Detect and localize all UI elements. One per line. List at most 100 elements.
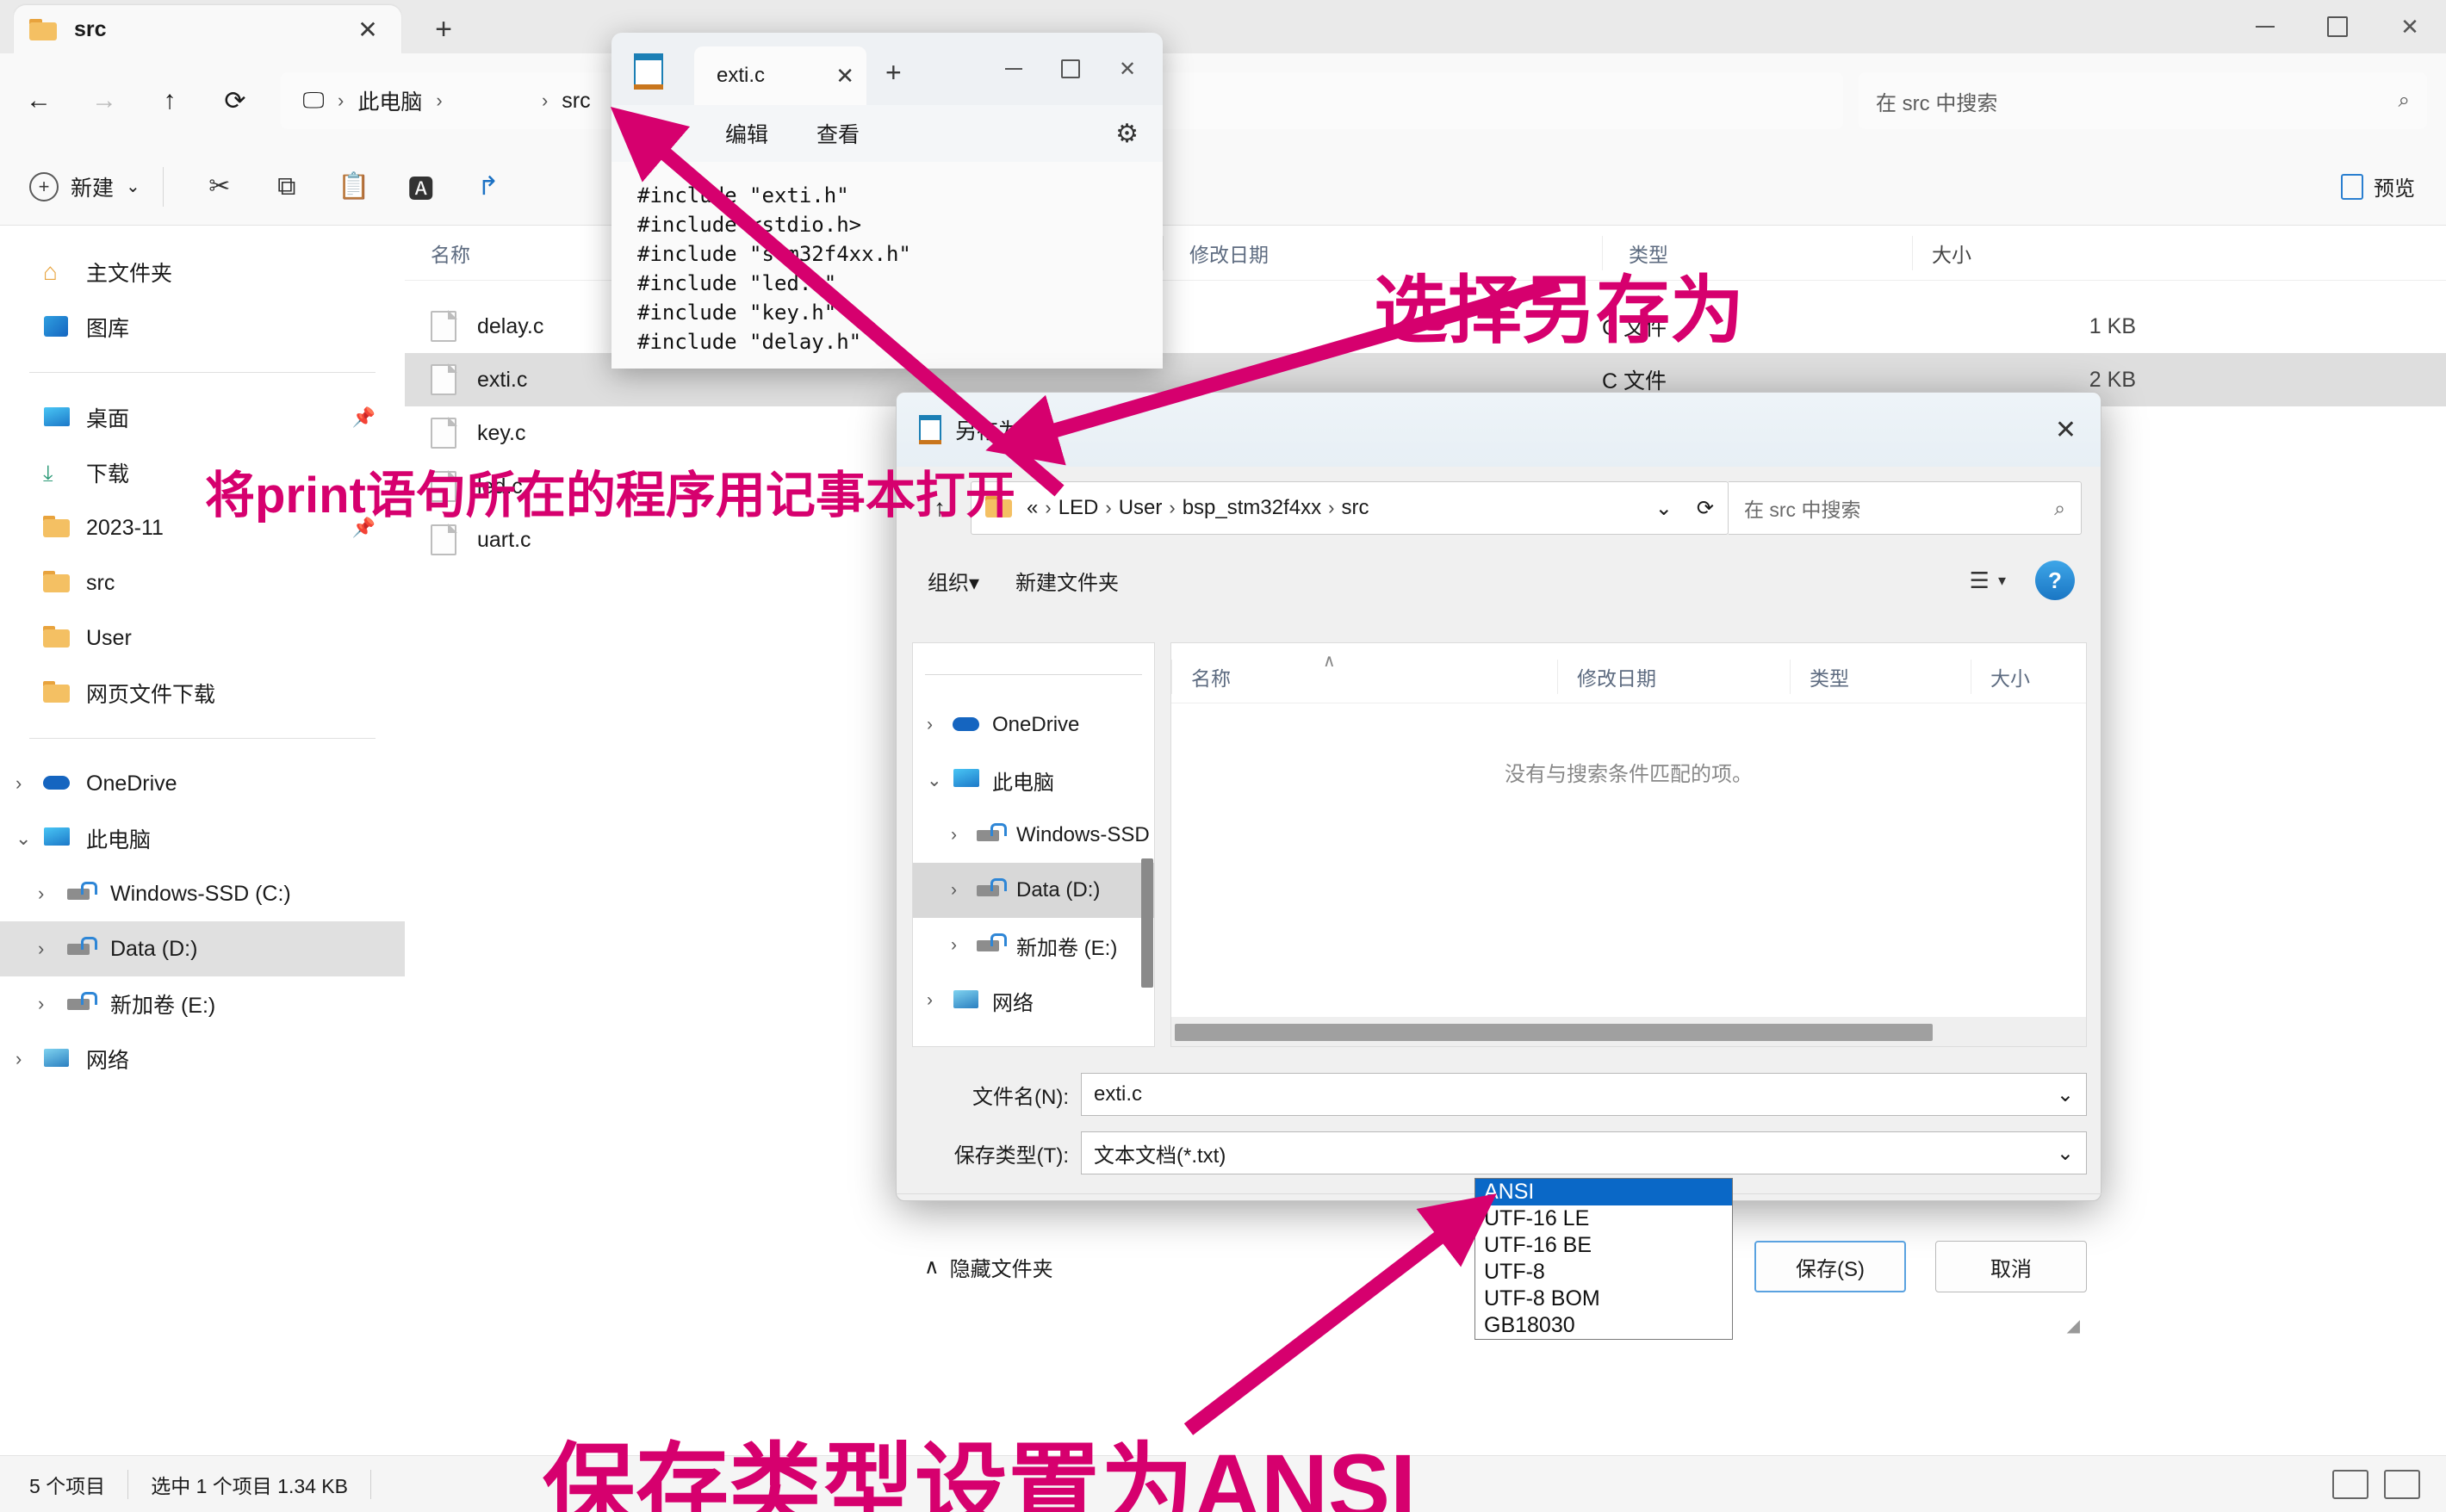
- sidebar-item-user[interactable]: User: [0, 610, 405, 666]
- tree-item-new-volume-e[interactable]: › 新加卷 (E:): [913, 918, 1154, 973]
- minimize-icon[interactable]: [985, 45, 1042, 93]
- menu-view[interactable]: 查看: [816, 118, 860, 149]
- maximize-icon[interactable]: [2301, 0, 2374, 53]
- resize-grip[interactable]: ◢: [2067, 1315, 2080, 1336]
- pin-icon[interactable]: 📌: [352, 406, 376, 429]
- chevron-down-icon[interactable]: ⌄: [2057, 1082, 2074, 1107]
- share-icon[interactable]: ↱: [460, 160, 517, 214]
- sidebar-item-data-d[interactable]: › Data (D:): [0, 921, 405, 976]
- new-folder-button[interactable]: 新建文件夹: [1015, 566, 1119, 596]
- hide-folders-button[interactable]: ∧ 隐藏文件夹: [924, 1252, 1053, 1282]
- tree-item-onedrive[interactable]: › OneDrive: [913, 697, 1154, 753]
- sidebar-item-home[interactable]: ⌂ 主文件夹: [0, 245, 405, 300]
- breadcrumb-this-pc[interactable]: 此电脑: [349, 82, 431, 120]
- close-icon[interactable]: ✕: [2055, 415, 2077, 445]
- tree-item-network[interactable]: › 网络: [913, 973, 1154, 1028]
- column-header-size[interactable]: 大小: [1912, 235, 2136, 270]
- large-icons-view-icon[interactable]: [2384, 1469, 2420, 1499]
- sidebar-item-windows-ssd-c[interactable]: › Windows-SSD (C:): [0, 866, 405, 921]
- refresh-icon[interactable]: ⟳: [1697, 496, 1714, 521]
- sidebar-item-src[interactable]: src: [0, 555, 405, 610]
- encoding-option-utf16le[interactable]: UTF-16 LE: [1475, 1205, 1732, 1232]
- sidebar-item-web-downloads[interactable]: 网页文件下载: [0, 666, 405, 721]
- new-tab-icon[interactable]: +: [422, 10, 465, 48]
- breadcrumb-src[interactable]: src: [1341, 496, 1369, 520]
- breadcrumb-src[interactable]: src: [553, 85, 599, 117]
- chevron-down-icon[interactable]: ⌄: [126, 176, 140, 197]
- forward-icon[interactable]: →: [78, 74, 131, 127]
- tree-scrollbar[interactable]: [1141, 858, 1153, 988]
- column-header-name[interactable]: 名称: [1171, 660, 1557, 694]
- sidebar-item-new-volume-e[interactable]: › 新加卷 (E:): [0, 976, 405, 1032]
- menu-file[interactable]: 文件: [634, 118, 677, 149]
- refresh-icon[interactable]: ⟳: [208, 74, 262, 127]
- tree-item-windows-ssd[interactable]: › Windows-SSD: [913, 808, 1154, 863]
- search-input[interactable]: 在 src 中搜索 ⌕: [1859, 72, 2427, 129]
- new-tab-icon[interactable]: +: [885, 57, 902, 89]
- encoding-option-ansi[interactable]: ANSI: [1475, 1179, 1732, 1205]
- gear-icon[interactable]: ⚙: [1115, 119, 1139, 149]
- back-icon[interactable]: ←: [12, 74, 65, 127]
- preview-pane-button[interactable]: 预览: [2341, 171, 2415, 201]
- column-header-date[interactable]: 修改日期: [1557, 660, 1790, 694]
- tree-item-this-pc[interactable]: ⌄ 此电脑: [913, 753, 1154, 808]
- chevron-down-icon[interactable]: ⌄: [927, 770, 942, 791]
- menu-edit[interactable]: 编辑: [725, 118, 768, 149]
- scissors-icon[interactable]: ✂: [191, 160, 248, 214]
- search-icon[interactable]: ⌕: [2399, 89, 2410, 113]
- search-icon[interactable]: ⌕: [2054, 497, 2065, 520]
- column-header-size[interactable]: 大小: [1971, 660, 2083, 694]
- details-view-icon[interactable]: [2332, 1469, 2368, 1499]
- view-options-button[interactable]: ☰ ▾: [1970, 567, 2006, 594]
- filetype-select[interactable]: 文本文档(*.txt) ⌄: [1081, 1131, 2087, 1174]
- organize-button[interactable]: 组织▾: [928, 566, 979, 596]
- column-header-type[interactable]: 类型: [1790, 660, 1971, 694]
- copy-icon[interactable]: ⧉: [258, 160, 315, 214]
- breadcrumb-user[interactable]: User: [1119, 496, 1163, 520]
- save-button[interactable]: 保存(S): [1754, 1241, 1906, 1292]
- chevron-down-icon[interactable]: ⌄: [2057, 1141, 2074, 1166]
- encoding-option-utf16be[interactable]: UTF-16 BE: [1475, 1232, 1732, 1259]
- chevron-right-icon[interactable]: ›: [38, 993, 60, 1015]
- encoding-option-utf8[interactable]: UTF-8: [1475, 1259, 1732, 1286]
- chevron-right-icon[interactable]: ›: [951, 825, 957, 846]
- sidebar-item-desktop[interactable]: 桌面 📌: [0, 390, 405, 445]
- chevron-right-icon[interactable]: ›: [927, 715, 933, 735]
- help-icon[interactable]: ?: [2035, 561, 2075, 600]
- chevron-right-icon[interactable]: ›: [951, 935, 957, 956]
- tree-item-data-d[interactable]: › Data (D:): [913, 863, 1154, 918]
- minimize-icon[interactable]: [2229, 0, 2301, 53]
- horizontal-scrollbar[interactable]: [1175, 1024, 1933, 1041]
- maximize-icon[interactable]: [1042, 45, 1099, 93]
- chevron-right-icon[interactable]: ›: [951, 880, 957, 901]
- chevron-right-icon[interactable]: ›: [16, 1048, 38, 1070]
- explorer-tab-src[interactable]: src ✕: [14, 5, 401, 53]
- close-icon[interactable]: ✕: [350, 11, 386, 47]
- close-icon[interactable]: ✕: [1099, 45, 1156, 93]
- chevron-right-icon[interactable]: ›: [38, 883, 60, 905]
- filename-input[interactable]: exti.c ⌄: [1081, 1073, 2087, 1116]
- chevron-right-icon[interactable]: ›: [38, 938, 60, 960]
- encoding-option-gb18030[interactable]: GB18030: [1475, 1312, 1732, 1339]
- breadcrumb-bsp[interactable]: bsp_stm32f4xx: [1183, 496, 1321, 520]
- rename-icon[interactable]: 🅰: [393, 160, 450, 214]
- encoding-option-utf8bom[interactable]: UTF-8 BOM: [1475, 1286, 1732, 1312]
- close-icon[interactable]: ✕: [835, 63, 854, 90]
- chevron-down-icon[interactable]: ⌄: [1655, 496, 1673, 521]
- up-icon[interactable]: ↑: [143, 74, 196, 127]
- dialog-address-bar[interactable]: « › LED › User › bsp_stm32f4xx › src ⌄ ⟳: [971, 481, 1729, 535]
- sidebar-item-onedrive[interactable]: › OneDrive: [0, 756, 405, 811]
- chevron-right-icon[interactable]: ›: [927, 990, 933, 1011]
- close-icon[interactable]: ✕: [2374, 0, 2446, 53]
- chevron-right-icon[interactable]: ›: [16, 772, 38, 795]
- notepad-tab-exti-c[interactable]: exti.c ✕: [694, 46, 866, 105]
- dialog-search-input[interactable]: 在 src 中搜索 ⌕: [1729, 481, 2082, 535]
- breadcrumb-led[interactable]: LED: [1058, 496, 1099, 520]
- cancel-button[interactable]: 取消: [1935, 1241, 2087, 1292]
- clipboard-icon[interactable]: 📋: [326, 160, 382, 214]
- notepad-text-area[interactable]: #include "exti.h" #include <stdio.h> #in…: [612, 162, 1163, 369]
- sidebar-item-gallery[interactable]: 图库: [0, 300, 405, 355]
- new-button[interactable]: + 新建 ⌄: [29, 171, 140, 202]
- chevron-down-icon[interactable]: ⌄: [16, 827, 38, 850]
- sidebar-item-network[interactable]: › 网络: [0, 1032, 405, 1087]
